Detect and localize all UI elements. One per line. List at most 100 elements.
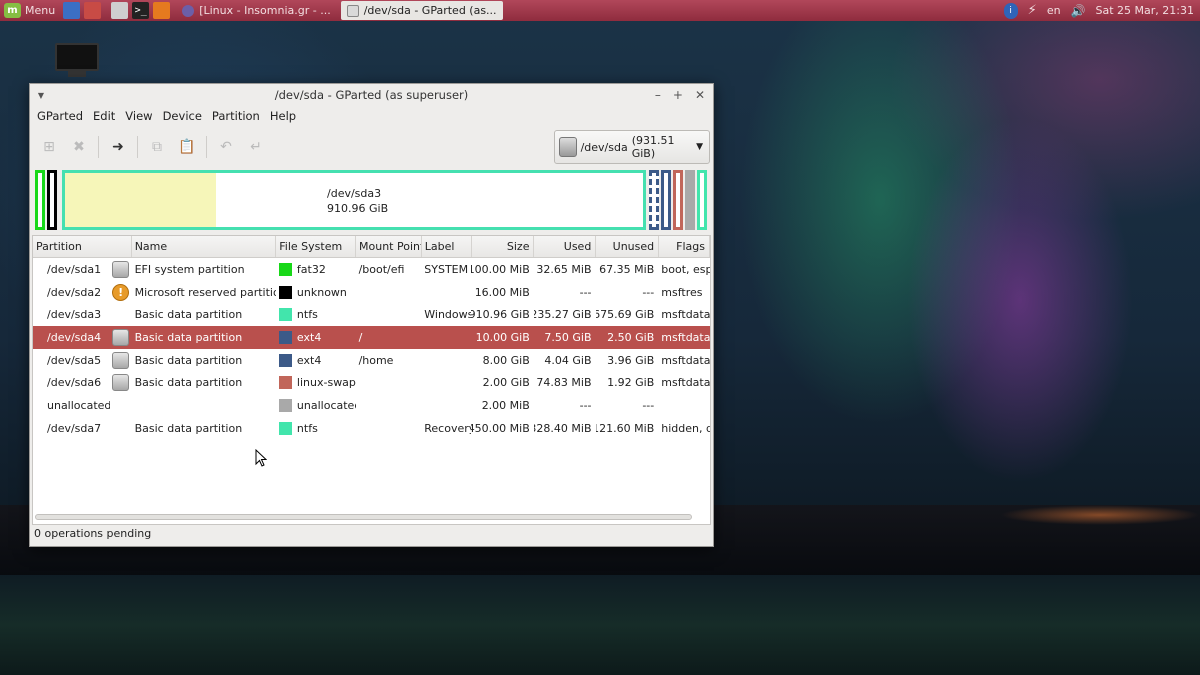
cell-icon xyxy=(110,351,132,369)
cell-size: 10.00 GiB xyxy=(475,330,530,344)
table-row[interactable]: /dev/sda5 Basic data partition ext4/home 8.… xyxy=(33,349,710,372)
cell-used: --- xyxy=(579,285,592,299)
delete-partition-icon[interactable]: ✖ xyxy=(66,134,92,160)
graph-segment-unallocated[interactable] xyxy=(685,170,695,230)
col-unused[interactable]: Unused xyxy=(596,236,660,257)
table-body: /dev/sda1 EFI system partition fat32/boot/… xyxy=(33,258,710,440)
device-selector[interactable]: /dev/sda (931.51 GiB) ▼ xyxy=(554,130,710,164)
update-shield-icon[interactable]: i xyxy=(1003,2,1018,19)
wallpaper-water xyxy=(0,575,1200,675)
graph-segment-sda7[interactable] xyxy=(697,170,707,230)
clock[interactable]: Sat 25 Mar, 21:31 xyxy=(1096,4,1194,17)
cell-flags: msftdata xyxy=(661,376,711,390)
cell-label: SYSTEM xyxy=(424,262,469,276)
table-row[interactable]: /dev/sda2! Microsoft reserved partition un… xyxy=(33,281,710,304)
taskbar-item-label: /dev/sda - GParted (as... xyxy=(363,4,497,17)
graph-segment-size: 910.96 GiB xyxy=(327,202,389,215)
new-partition-icon[interactable]: ⊞ xyxy=(36,134,62,160)
col-filesystem[interactable]: File System xyxy=(276,236,356,257)
browser-launcher-icon[interactable] xyxy=(63,2,81,19)
chevron-down-icon: ▼ xyxy=(696,142,703,152)
graph-segment-sda6[interactable] xyxy=(673,170,683,230)
table-row[interactable]: unallocated unallocated 2.00 MiB --- --- xyxy=(33,394,710,417)
col-partition[interactable]: Partition xyxy=(33,236,132,257)
copy-icon[interactable]: ⧉ xyxy=(144,134,170,160)
graph-segment-sda5[interactable] xyxy=(661,170,671,230)
keyboard-layout[interactable]: en xyxy=(1047,4,1061,17)
horizontal-scrollbar[interactable] xyxy=(35,514,692,520)
table-row[interactable]: /dev/sda7 Basic data partition ntfs Recover… xyxy=(33,417,710,440)
monitor-icon xyxy=(55,43,99,71)
locked-partition-icon xyxy=(112,351,130,369)
col-used[interactable]: Used xyxy=(534,236,597,257)
locked-partition-icon xyxy=(112,260,130,278)
cell-partition: /dev/sda4 xyxy=(47,330,102,344)
cell-name: Basic data partition xyxy=(134,421,243,435)
mouse-cursor-icon xyxy=(255,449,267,467)
col-label[interactable]: Label xyxy=(422,236,472,257)
cell-filesystem: unknown xyxy=(276,285,356,299)
network-icon[interactable]: ⚡ xyxy=(1028,3,1037,18)
gparted-task-icon xyxy=(346,4,359,17)
menu-help[interactable]: Help xyxy=(266,109,300,123)
window-menu-icon[interactable]: ▼ xyxy=(30,91,52,100)
graph-segment-sda3[interactable]: /dev/sda3 910.96 GiB xyxy=(62,170,646,230)
graph-segment-name: /dev/sda3 xyxy=(327,187,382,200)
desktop-launcher-icon[interactable] xyxy=(111,2,129,19)
filesystem-color-swatch xyxy=(278,398,292,412)
close-button[interactable]: ✕ xyxy=(695,88,705,102)
filesystem-label: ext4 xyxy=(296,330,322,344)
apply-icon[interactable]: ↵ xyxy=(243,134,269,160)
undo-icon[interactable]: ↶ xyxy=(213,134,239,160)
cell-name: Microsoft reserved partition xyxy=(134,285,276,299)
cell-used: 74.83 MiB xyxy=(536,376,592,390)
col-flags[interactable]: Flags xyxy=(659,236,710,257)
menu-view[interactable]: View xyxy=(121,109,156,123)
paste-icon[interactable]: 📋 xyxy=(174,134,200,160)
app-launcher-icon[interactable] xyxy=(84,2,102,19)
table-row[interactable]: /dev/sda6 Basic data partition linux-swap 2… xyxy=(33,371,710,394)
menu-partition[interactable]: Partition xyxy=(208,109,264,123)
filesystem-color-swatch xyxy=(278,376,292,390)
filesystem-label: linux-swap xyxy=(296,376,356,390)
cell-mountpoint: /boot/efi xyxy=(358,262,405,276)
graph-segment-sda2[interactable] xyxy=(47,170,57,230)
col-size[interactable]: Size xyxy=(472,236,535,257)
minimize-button[interactable]: – xyxy=(655,88,661,102)
mint-logo-icon: m xyxy=(4,3,21,18)
table-row[interactable]: /dev/sda1 EFI system partition fat32/boot/… xyxy=(33,258,710,281)
cell-name: Basic data partition xyxy=(134,353,243,367)
col-mountpoint[interactable]: Mount Point xyxy=(356,236,422,257)
computer-desktop-icon[interactable] xyxy=(55,43,99,79)
cell-used: 235.27 GiB xyxy=(533,308,592,322)
harddisk-icon xyxy=(559,137,577,157)
cell-unused: --- xyxy=(642,285,655,299)
top-panel: m Menu >_ [Linux - Insomnia.gr - ... /de… xyxy=(0,0,1200,21)
terminal-launcher-icon[interactable]: >_ xyxy=(132,2,150,19)
cell-partition: /dev/sda2 xyxy=(47,285,102,299)
cell-size: 2.00 MiB xyxy=(481,398,530,412)
start-menu-button[interactable]: m Menu xyxy=(0,0,61,21)
taskbar-item-gparted[interactable]: /dev/sda - GParted (as... xyxy=(340,1,503,20)
menu-device[interactable]: Device xyxy=(159,109,206,123)
filesystem-label: ntfs xyxy=(296,421,318,435)
col-name[interactable]: Name xyxy=(132,236,277,257)
monitor-stand xyxy=(68,71,86,77)
maximize-button[interactable]: + xyxy=(673,88,683,102)
cell-filesystem: fat32 xyxy=(276,262,356,276)
volume-icon[interactable]: 🔊 xyxy=(1071,4,1086,18)
graph-segment-sda1[interactable] xyxy=(35,170,45,230)
table-row[interactable]: /dev/sda3 Basic data partition ntfs Windows… xyxy=(33,303,710,326)
window-title: /dev/sda - GParted (as superuser) xyxy=(274,88,469,102)
cell-filesystem: ntfs xyxy=(276,421,356,435)
graph-segment-sda4[interactable] xyxy=(649,170,659,230)
firefox-launcher-icon[interactable] xyxy=(153,2,171,19)
window-titlebar[interactable]: ▼ /dev/sda - GParted (as superuser) – + … xyxy=(30,84,713,106)
resize-move-icon[interactable]: ➜ xyxy=(105,134,131,160)
wallpaper-city-lights xyxy=(1000,505,1200,525)
menu-gparted[interactable]: GParted xyxy=(33,109,87,123)
table-row[interactable]: /dev/sda4 Basic data partition ext4 / 10.00 … xyxy=(33,326,710,349)
menu-edit[interactable]: Edit xyxy=(89,109,119,123)
cell-partition: /dev/sda5 xyxy=(47,353,102,367)
taskbar-item-browser[interactable]: [Linux - Insomnia.gr - ... xyxy=(176,1,337,20)
